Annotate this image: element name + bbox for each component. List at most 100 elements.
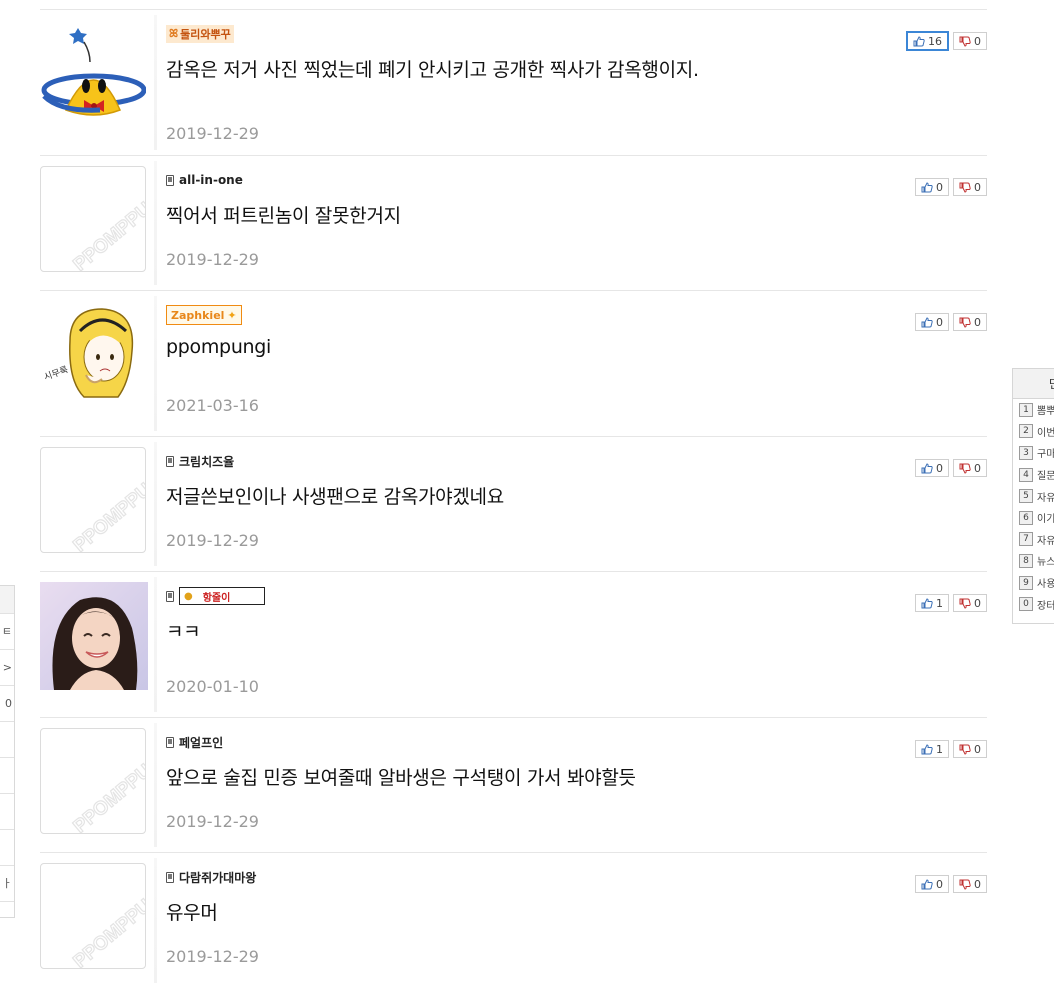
svg-text:PPOMPPU: PPOMPPU [70,760,145,833]
downvote-count: 0 [974,315,981,329]
author-nickname[interactable]: ● 항줄이 [166,587,987,605]
ranking-item-label[interactable]: 질문 [1037,467,1054,482]
ranking-item[interactable]: 1 뽐뿌 [1013,399,1054,421]
ranking-item[interactable]: 9 사용 [1013,572,1054,594]
avatar[interactable]: 시무룩 [40,301,146,407]
upvote-count: 0 [936,461,943,475]
avatar[interactable] [40,20,147,126]
ranking-panel-title: 만 [1013,369,1054,399]
thumbs-up-button[interactable]: 0 [915,875,949,893]
ranking-item-label[interactable]: 사용 [1037,575,1054,590]
svg-text:시무룩: 시무룩 [43,364,70,383]
ranking-item[interactable]: 5 자유 [1013,485,1054,507]
ranking-item-label[interactable]: 이번 [1037,424,1054,439]
comment-item: PPOMPPU 페얼프인 앞으로 술집 민증 보여줄때 알바생은 구석탱이 가서… [40,718,987,853]
ranking-side-panel: 만 1 뽐뿌 2 이번 3 구마 4 질문 5 자유 6 이기 7 자유 8 뉴스 9 사용 0 장터 [1012,368,1054,624]
left-panel-cell[interactable] [0,722,14,758]
ranking-item-label[interactable]: 뽐뿌 [1037,402,1054,417]
upvote-count: 1 [936,742,943,756]
ranking-item-label[interactable]: 뉴스 [1037,553,1054,568]
thumbs-up-button[interactable]: 0 [915,178,949,196]
author-nickname[interactable]: Zaphkiel ✦ [166,305,987,325]
avatar[interactable] [40,582,148,690]
ppomppu-watermark-icon: PPOMPPU [69,895,145,968]
thumbs-down-button[interactable]: 0 [953,740,987,758]
thumbs-up-button[interactable]: 0 [915,313,949,331]
svg-text:PPOMPPU: PPOMPPU [70,895,145,968]
avatar[interactable]: PPOMPPU [40,447,146,553]
thumbs-down-button[interactable]: 0 [953,178,987,196]
author-nickname[interactable]: 페얼프인 [166,733,987,751]
ranking-item-label[interactable]: 자유 [1037,532,1054,547]
ranking-item-label[interactable]: 장터 [1037,597,1054,612]
left-panel-cell[interactable]: > [0,650,14,686]
ranking-item[interactable]: 7 자유 [1013,529,1054,551]
divider [154,723,157,847]
vote-buttons: 0 0 [915,875,987,893]
author-nickname[interactable]: all-in-one [166,171,987,189]
author-nickname[interactable]: 크림치즈율 [166,452,987,470]
left-panel-cell[interactable] [0,794,14,830]
comment-item: 시무룩 Zaphkiel ✦ ppompungi 2021-03-16 0 0 [40,291,987,437]
vote-buttons: 1 0 [915,740,987,758]
ranking-item-label[interactable]: 이기 [1037,510,1054,525]
downvote-count: 0 [974,877,981,891]
comment-date: 2019-12-29 [166,812,259,831]
vote-buttons: 0 0 [915,178,987,196]
sparkle-icon: ✦ [227,308,237,322]
divider [154,577,157,712]
left-panel-cell[interactable]: ㅏ [0,866,14,902]
thumbs-up-icon [921,597,933,608]
thumbs-up-button[interactable]: 0 [915,459,949,477]
left-panel-cell[interactable] [0,758,14,794]
thumbs-down-icon [959,879,971,890]
comment-item: PPOMPPU all-in-one 찍어서 퍼트린놈이 잘못한거지 2019-… [40,156,987,291]
thumbs-up-button[interactable]: 1 [915,594,949,612]
ranking-item[interactable]: 4 질문 [1013,464,1054,486]
ranking-item[interactable]: 0 장터 [1013,593,1054,615]
thumbs-down-button[interactable]: 0 [953,313,987,331]
ranking-item[interactable]: 2 이번 [1013,421,1054,443]
comment-text: 앞으로 술집 민증 보여줄때 알바생은 구석탱이 가서 봐야할듯 [166,767,636,789]
woman-photo-avatar-icon [40,582,148,690]
ranking-item[interactable]: 3 구마 [1013,442,1054,464]
ranking-item[interactable]: 6 이기 [1013,507,1054,529]
thumbs-up-button[interactable]: 16 [906,31,949,51]
comment-date: 2019-12-29 [166,531,259,550]
thumbs-down-button[interactable]: 0 [953,459,987,477]
svg-text:PPOMPPU: PPOMPPU [70,479,145,552]
ranking-item[interactable]: 8 뉴스 [1013,550,1054,572]
thumbs-up-icon [921,878,933,889]
thumbs-down-button[interactable]: 0 [953,32,987,50]
thumbs-down-icon [959,463,971,474]
thumbs-down-icon [959,598,971,609]
left-panel-cell[interactable]: 0 [0,686,14,722]
left-panel-cell[interactable] [0,830,14,866]
nickname-image[interactable]: Zaphkiel ✦ [166,305,242,325]
author-nickname[interactable]: ꕤ 둘리와뿌꾸 [166,25,987,43]
comment-list: ꕤ 둘리와뿌꾸 감옥은 저거 사진 찍었는데 폐기 안시키고 공개한 찍사가 감… [40,0,987,988]
rank-number-badge: 1 [1019,402,1033,417]
thumbs-up-icon [921,316,933,327]
avatar[interactable]: PPOMPPU [40,166,146,272]
divider [154,296,157,431]
bear-icon: ꕤ [169,27,179,40]
avatar[interactable]: PPOMPPU [40,863,146,969]
thumbs-down-button[interactable]: 0 [953,594,987,612]
divider [154,161,157,285]
comment-text: ㅋㅋ [166,621,201,643]
avatar[interactable]: PPOMPPU [40,728,146,834]
nickname-image[interactable]: ● 항줄이 [179,587,265,605]
author-nickname[interactable]: 다람쥐가대마왕 [166,868,987,886]
thumbs-down-button[interactable]: 0 [953,875,987,893]
ranking-item-label[interactable]: 구마 [1037,445,1054,460]
ranking-item-label[interactable]: 자유 [1037,489,1054,504]
rank-number-badge: 3 [1019,445,1033,460]
comment-text: 유우머 [166,902,218,924]
thumbs-up-button[interactable]: 1 [915,740,949,758]
vote-buttons: 0 0 [915,313,987,331]
rank-number-badge: 4 [1019,467,1033,482]
nickname-image[interactable]: ꕤ 둘리와뿌꾸 [166,25,234,43]
thumbs-down-icon [959,317,971,328]
left-panel-cell[interactable]: ㅌ [0,614,14,650]
